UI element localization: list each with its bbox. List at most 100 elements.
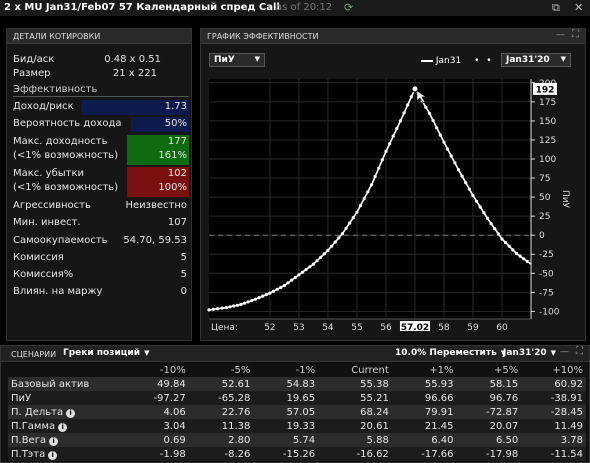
column-header[interactable]: Current — [318, 363, 392, 377]
max-loss-label: Макс. убытки — [13, 168, 84, 179]
min-investment-label: Мин. инвест. — [13, 217, 81, 228]
quote-details-panel: ДЕТАЛИ КОТИРОВКИ Бид/аск 0.48 x 0.51 Раз… — [6, 28, 192, 341]
column-header[interactable]: +5% — [456, 363, 522, 377]
table-cell: 2.80 — [188, 433, 254, 447]
pnl-point — [351, 216, 355, 220]
pnl-point — [220, 306, 224, 310]
pnl-point — [246, 300, 250, 304]
aggressiveness-value: Неизвестно — [125, 200, 187, 211]
pnl-point — [232, 304, 236, 308]
close-icon[interactable]: ✕ — [574, 1, 583, 14]
return-risk-value: 1.73 — [164, 101, 187, 112]
legend-line-icon — [421, 59, 433, 62]
expand-icon[interactable]: ⛶ — [576, 346, 583, 357]
table-cell: 96.66 — [391, 391, 457, 405]
row-label: П. Дельта — [11, 406, 64, 418]
y-tick-label: 0 — [539, 231, 545, 241]
scenario-date-select[interactable]: Jan31'20 ▼ — [503, 348, 556, 358]
max-profit-label: Макс. доходность — [13, 136, 108, 147]
y-tick-label: 125 — [539, 136, 556, 146]
chart-date-value: Jan31'20 — [506, 55, 550, 65]
pnl-point — [311, 262, 315, 266]
expand-icon[interactable]: ⛶ — [572, 29, 579, 40]
y-tick-label: 25 — [539, 212, 550, 222]
pnl-point — [431, 118, 435, 123]
info-icon[interactable]: i — [58, 422, 68, 432]
table-cell: 96.76 — [456, 391, 522, 405]
y-tick-label: -100 — [539, 307, 560, 317]
pnl-point — [261, 294, 265, 298]
column-header[interactable]: -5% — [188, 363, 254, 377]
refresh-icon[interactable]: ⟳ — [344, 1, 353, 14]
pnl-point — [409, 95, 413, 99]
table-cell: -16.62 — [318, 447, 392, 461]
move-select[interactable]: 10.0% Переместить ▼ — [395, 348, 506, 358]
pnl-point — [388, 142, 392, 146]
aggressiveness-row: Агрессивность Неизвестно — [13, 199, 189, 215]
table-cell: 3.04 — [124, 419, 189, 433]
x-tick-label: 53 — [293, 323, 304, 331]
pnl-point — [333, 240, 337, 244]
info-icon[interactable]: i — [48, 450, 58, 460]
pnl-point — [467, 187, 471, 191]
info-icon[interactable]: i — [49, 436, 59, 446]
chevron-down-icon: ▼ — [144, 349, 150, 357]
size-value: 21 x 221 — [112, 68, 157, 79]
pnl-point — [235, 303, 239, 307]
greeks-select[interactable]: Греки позиций ▼ — [63, 348, 149, 358]
table-cell: 49.84 — [124, 377, 189, 391]
return-risk-row: Доход/риск 1.73 — [13, 100, 189, 116]
bid-ask-label: Бид/аск — [13, 54, 55, 65]
aggressiveness-label: Агрессивность — [13, 200, 91, 211]
table-cell: -38.91 — [521, 391, 586, 405]
margin-impact-label: Влиян. на маржу — [13, 286, 103, 297]
pnl-point — [522, 257, 526, 261]
commission-pct-row: Комиссия% 5 — [13, 268, 189, 284]
breakeven-row: Самоокупаемость 54.70, 59.53 — [13, 234, 189, 250]
column-header[interactable]: -1% — [253, 363, 319, 377]
size-row: Размер 21 x 221 — [13, 67, 189, 83]
table-cell: 6.50 — [456, 433, 522, 447]
table-row: П.Гамма i 3.04 11.38 19.33 20.61 21.45 20… — [8, 419, 586, 433]
table-cell: -17.98 — [456, 447, 522, 461]
column-header[interactable]: -10% — [124, 363, 189, 377]
collapse-icon[interactable]: — — [556, 30, 565, 40]
column-header[interactable]: +10% — [521, 363, 586, 377]
pnl-point — [319, 255, 323, 259]
popout-icon[interactable]: ⧉ — [552, 1, 560, 15]
x-tick-label: 54 — [322, 323, 334, 331]
collapse-icon[interactable]: — — [560, 347, 569, 357]
move-select-value: 10.0% Переместить — [395, 348, 497, 358]
chart-date-select[interactable]: Jan31'20 ▼ — [501, 53, 571, 67]
pnl-point — [504, 241, 508, 245]
table-cell: 6.40 — [391, 433, 457, 447]
pnl-chart[interactable]: 5253545556575859602001751501251007550250… — [201, 73, 585, 331]
column-header[interactable]: +1% — [391, 363, 457, 377]
x-tick-label: 59 — [467, 323, 479, 331]
pnl-point — [239, 302, 243, 307]
margin-impact-value: 0 — [180, 286, 187, 297]
scenarios-table: -10% -5% -1% Current +1% +5% +10% Базовы… — [8, 363, 586, 461]
table-row: П.Тэта i -1.98 -8.26 -15.26 -16.62 -17.66… — [8, 447, 586, 461]
scenarios-header-row: -10% -5% -1% Current +1% +5% +10% — [8, 363, 586, 377]
pnl-point — [438, 133, 442, 137]
table-cell: 55.93 — [391, 377, 457, 391]
row-label: П.Гамма — [11, 420, 56, 432]
pnl-point — [449, 154, 453, 158]
chart-mode-select[interactable]: ПиУ ▼ — [209, 53, 265, 67]
pnl-point — [322, 252, 326, 256]
table-cell: 11.38 — [188, 419, 254, 433]
info-icon[interactable]: i — [66, 408, 76, 418]
prob-profit-label: Вероятность дохода — [13, 118, 122, 129]
pnl-point — [301, 270, 305, 274]
table-cell: 20.07 — [456, 419, 522, 433]
table-cell: -97.27 — [124, 391, 189, 405]
scenarios-toolbar: СЦЕНАРИИ Греки позиций ▼ 10.0% Переместит… — [1, 346, 589, 362]
pnl-point — [344, 226, 348, 230]
table-cell: -15.26 — [253, 447, 319, 461]
pnl-point — [340, 232, 344, 236]
table-cell: -1.98 — [124, 447, 189, 461]
pnl-point — [330, 244, 334, 248]
commission-pct-label: Комиссия% — [13, 269, 74, 280]
row-label: Базовый актив — [8, 377, 124, 391]
